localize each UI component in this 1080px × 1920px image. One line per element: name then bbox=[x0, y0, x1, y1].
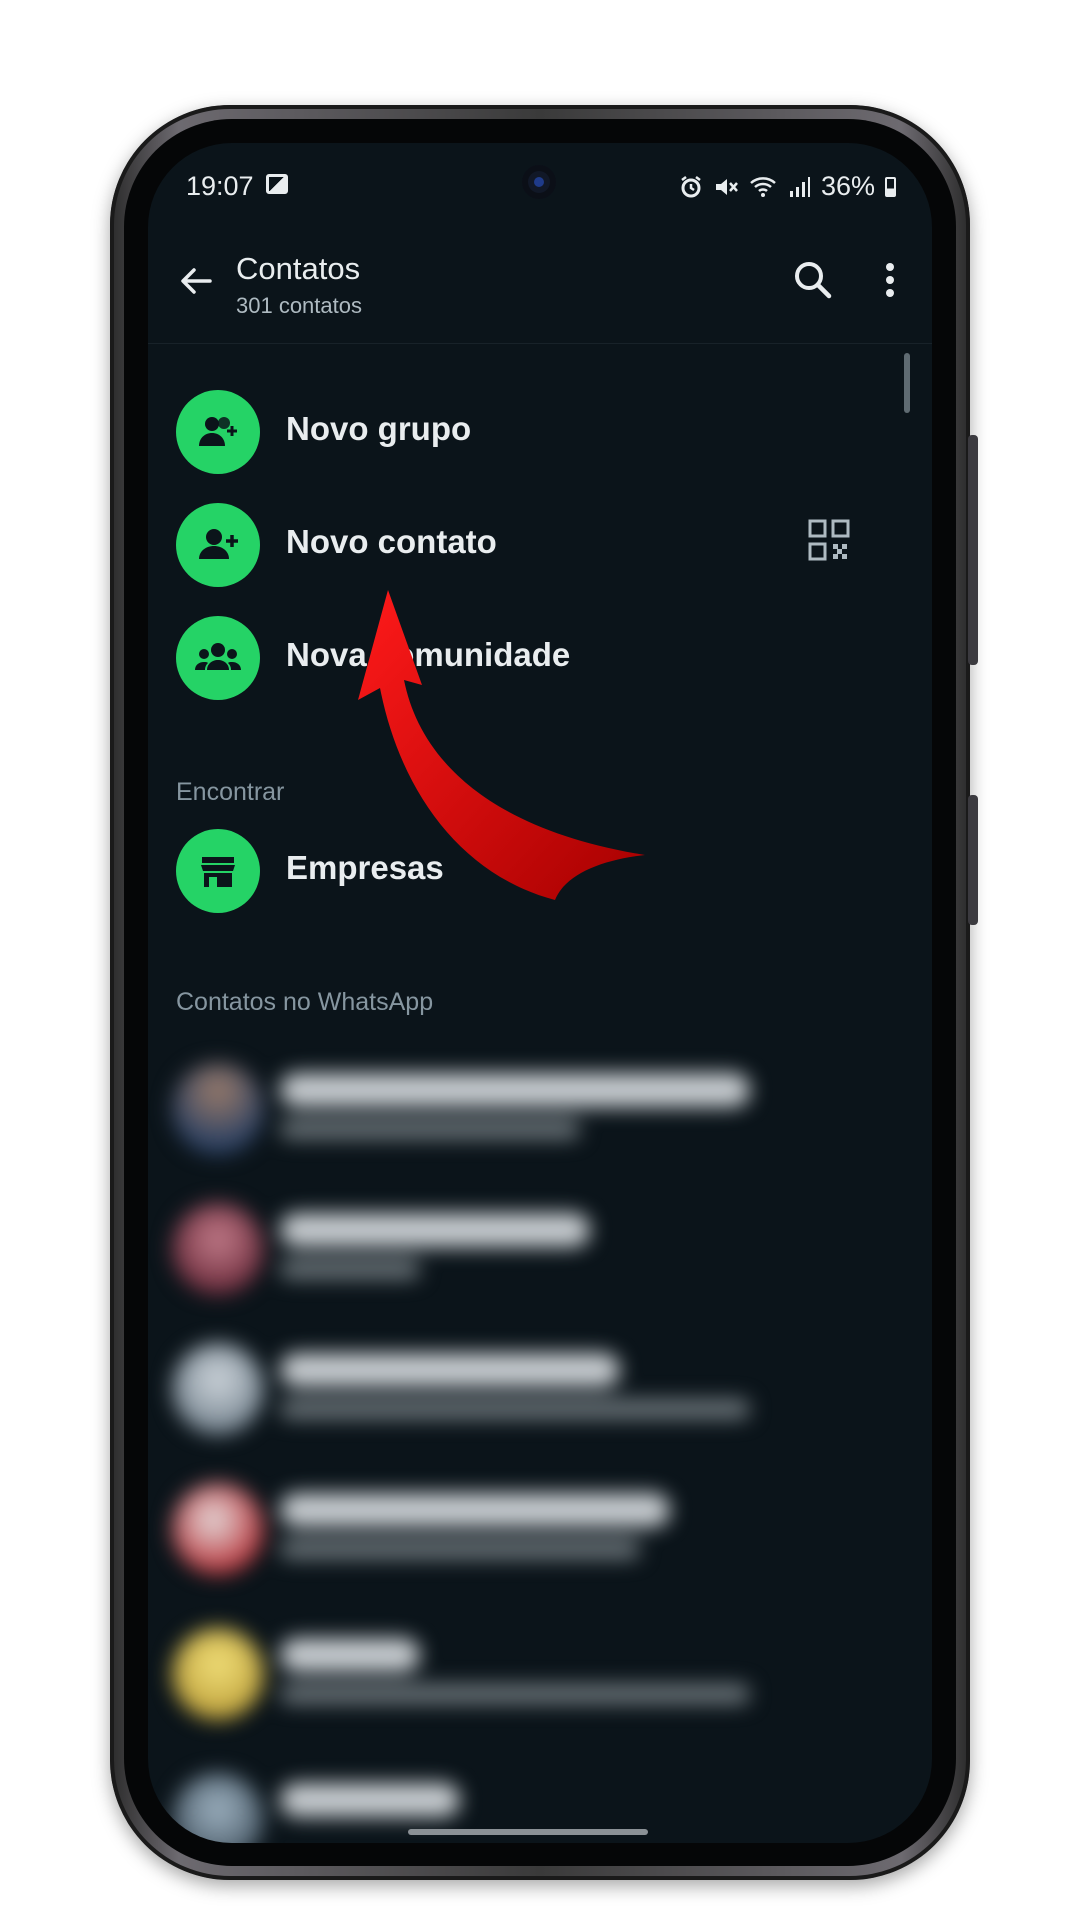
list-item[interactable] bbox=[168, 1193, 808, 1303]
back-arrow-icon[interactable] bbox=[172, 257, 220, 305]
contact-count: 301 contatos bbox=[236, 293, 362, 318]
list-item[interactable] bbox=[168, 1053, 808, 1163]
app-bar: Contatos 301 contatos bbox=[148, 233, 932, 344]
status-bar: 19:07 36% bbox=[148, 143, 932, 233]
contacts-section-header: Contatos no WhatsApp bbox=[176, 988, 434, 1016]
group-add-icon bbox=[176, 390, 260, 474]
more-vert-icon[interactable] bbox=[870, 255, 910, 305]
search-icon[interactable] bbox=[788, 255, 838, 305]
find-section-header: Encontrar bbox=[176, 778, 285, 806]
status-time: 19:07 bbox=[186, 171, 254, 201]
new-contact-row[interactable]: Novo contato bbox=[148, 481, 932, 591]
avatar bbox=[172, 1773, 264, 1843]
new-contact-label: Novo contato bbox=[286, 523, 497, 560]
annotation-arrow-icon bbox=[358, 590, 645, 900]
front-camera bbox=[522, 165, 556, 199]
mute-icon bbox=[715, 178, 738, 195]
avatar bbox=[172, 1483, 264, 1575]
list-item[interactable] bbox=[168, 1333, 808, 1443]
phone-screen: 19:07 36% Contatos 301 contatos Novo gru… bbox=[148, 143, 932, 1843]
store-icon bbox=[176, 829, 260, 913]
list-item[interactable] bbox=[168, 1473, 808, 1583]
volume-button bbox=[968, 435, 978, 665]
battery-icon bbox=[885, 176, 896, 197]
home-indicator bbox=[408, 1829, 648, 1835]
battery-percent: 36% bbox=[820, 171, 875, 201]
avatar bbox=[172, 1628, 264, 1720]
page-title: Contatos bbox=[236, 251, 361, 286]
avatar bbox=[172, 1343, 264, 1435]
new-group-label: Novo grupo bbox=[286, 410, 472, 447]
alarm-icon bbox=[681, 175, 701, 197]
status-icons: 36% bbox=[679, 171, 896, 202]
avatar bbox=[172, 1063, 264, 1155]
signal-icon bbox=[789, 176, 810, 197]
person-add-icon bbox=[176, 503, 260, 587]
community-icon bbox=[176, 616, 260, 700]
wifi-icon bbox=[750, 176, 776, 197]
new-group-row[interactable]: Novo grupo bbox=[148, 368, 932, 478]
power-button bbox=[968, 795, 978, 925]
avatar bbox=[172, 1203, 264, 1295]
qr-code-icon[interactable] bbox=[808, 519, 850, 561]
list-item[interactable] bbox=[168, 1618, 808, 1728]
image-icon bbox=[266, 174, 288, 194]
